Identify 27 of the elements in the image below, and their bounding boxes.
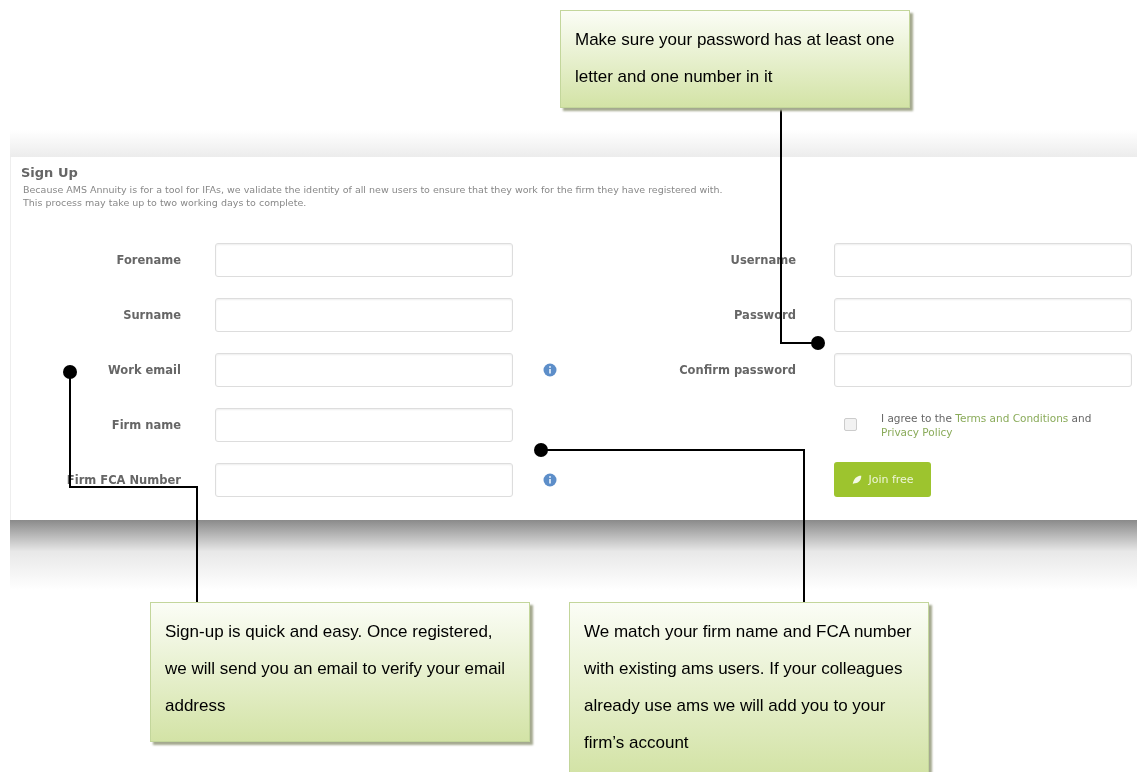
checkbox[interactable] [844, 418, 857, 431]
form-title: Sign Up [20, 165, 79, 180]
info-icon[interactable] [543, 472, 557, 487]
callout-text: Make sure your password has at least one letter and one number in it [575, 29, 895, 88]
agreement-text: I agree to the Terms and Conditions and Privacy Policy [881, 410, 1093, 439]
input-field[interactable] [215, 462, 513, 497]
field-label: Confirm password [678, 362, 796, 377]
field-label: Forename [115, 252, 181, 267]
input-field[interactable] [215, 242, 513, 277]
callout-text: We match your firm name and FCA number with existing ams users. If your colleagues already use ams we will add you to your firm’s account [584, 621, 913, 754]
field-label: Surname [122, 307, 181, 322]
description-text: Because AMS Annuity is for a tool for IFAs, we validate the identity of all new users to ensure that they work for the firm they have registered with. [23, 183, 724, 196]
terms-link[interactable]: Terms and Conditions [955, 411, 1069, 424]
info-icon[interactable] [543, 362, 557, 377]
input-field[interactable] [215, 352, 513, 387]
field-label: Firm name [110, 417, 181, 432]
privacy-link[interactable]: Privacy Policy [881, 425, 953, 438]
input-field[interactable] [834, 352, 1132, 387]
callout-text: Sign-up is quick and easy. Once registered, we will send you an email to verify your email address [165, 621, 507, 717]
description-text: This process may take up to two working days to complete. [23, 196, 308, 209]
join-button[interactable]: Join free [834, 462, 931, 497]
leaf-icon [851, 473, 864, 486]
field-label: Work email [107, 362, 181, 377]
input-field[interactable] [215, 407, 513, 442]
input-field[interactable] [834, 297, 1132, 332]
input-field[interactable] [834, 242, 1132, 277]
input-field[interactable] [215, 297, 513, 332]
